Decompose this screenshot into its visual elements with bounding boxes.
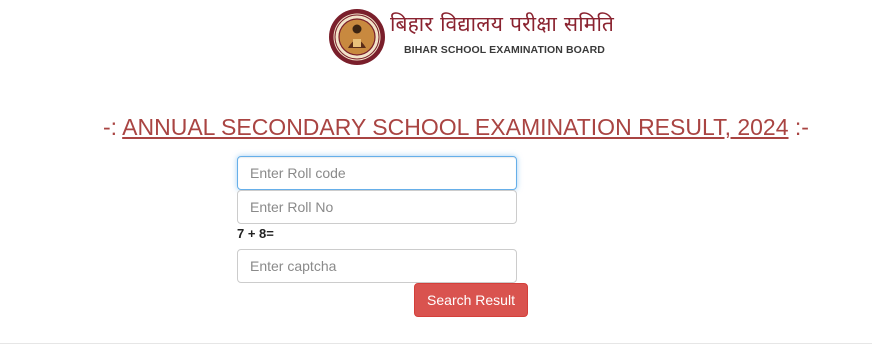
roll-no-input[interactable] <box>237 190 517 224</box>
result-page: बिहार विद्यालय परीक्षा समिति BIHAR SCHOO… <box>0 0 872 356</box>
board-name-english: BIHAR SCHOOL EXAMINATION BOARD <box>404 44 605 56</box>
divider <box>0 343 872 344</box>
captcha-question: 7 + 8= <box>237 226 274 241</box>
title-suffix: :- <box>788 114 809 140</box>
title-text: ANNUAL SECONDARY SCHOOL EXAMINATION RESU… <box>122 114 789 140</box>
board-name-hindi: बिहार विद्यालय परीक्षा समिति <box>390 12 615 36</box>
bseb-seal-icon <box>329 9 385 65</box>
board-header: बिहार विद्यालय परीक्षा समिति BIHAR SCHOO… <box>328 6 618 68</box>
captcha-input[interactable] <box>237 249 517 283</box>
search-result-button[interactable]: Search Result <box>414 283 528 317</box>
page-title: -: ANNUAL SECONDARY SCHOOL EXAMINATION R… <box>103 114 809 141</box>
roll-code-input[interactable] <box>237 156 517 190</box>
title-prefix: -: <box>103 114 123 140</box>
